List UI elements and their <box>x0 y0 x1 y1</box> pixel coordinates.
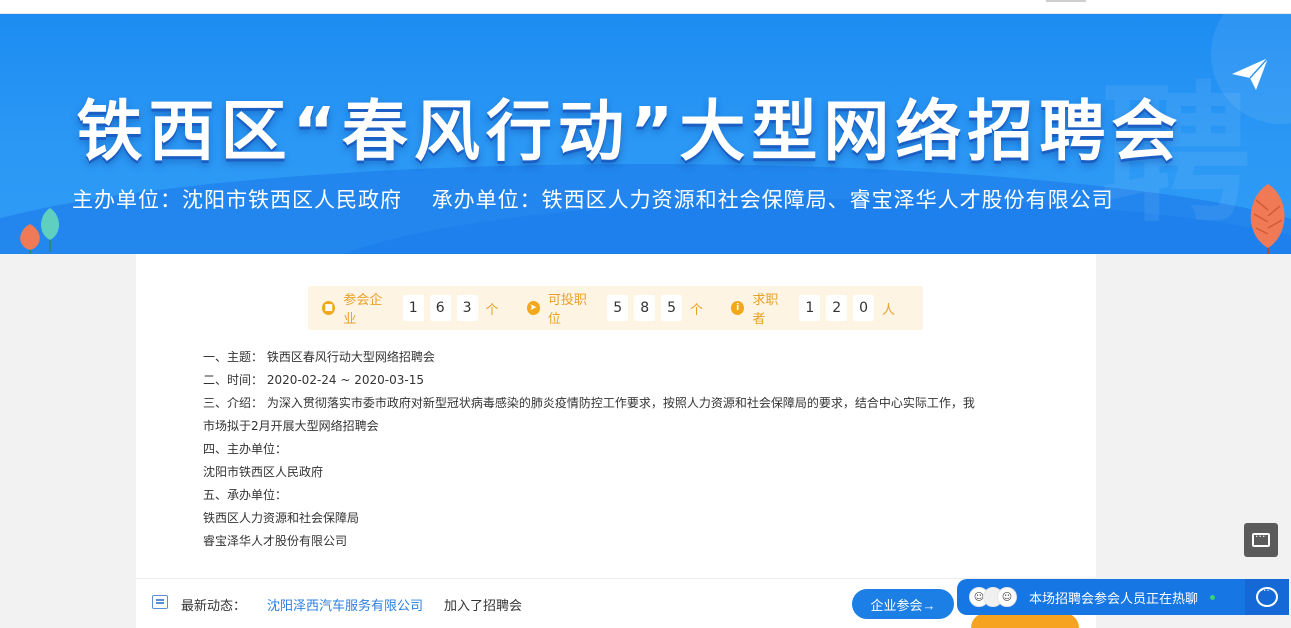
stat-digit: 6 <box>429 295 451 321</box>
stat-seekers: i 求职者 1 2 0 人 <box>731 289 895 327</box>
online-dot <box>1210 594 1216 600</box>
desc-intro-cont: 市场拟于2月开展大型网络招聘会 <box>203 419 379 433</box>
company-join-button[interactable]: 企业参会→ <box>852 589 954 619</box>
stat-companies: ■ 参会企业 1 6 3 个 <box>322 289 499 327</box>
chat-icon <box>1256 586 1278 607</box>
stat-digit: 1 <box>799 295 821 321</box>
banner-title: 铁西区“春风行动”大型网络招聘会 <box>76 93 1184 170</box>
stats-bar: ■ 参会企业 1 6 3 个 ➤ 可投职位 5 8 5 个 i 求职者 1 2 … <box>308 286 923 330</box>
stat-unit: 个 <box>690 302 704 318</box>
orange-button[interactable] <box>971 613 1079 628</box>
chat-bar[interactable]: ☺ ☺ 本场招聘会参会人员正在热聊 <box>957 579 1247 615</box>
top-strip <box>0 0 1291 14</box>
send-icon: ➤ <box>526 301 540 315</box>
organizer-label: 主办单位：沈阳市铁西区人民政府 <box>72 188 402 212</box>
stat-label: 可投职位 <box>547 293 587 327</box>
banner: 聘 铁西区“春风行动”大型网络招聘会 主办单位：沈阳市铁西区人民政府 承办单位：… <box>0 14 1291 254</box>
desc-time: 二、时间： 2020-02-24 ~ 2020-03-15 <box>203 373 424 387</box>
contractor-label: 承办单位：铁西区人力资源和社会保障局、睿宝泽华人才股份有限公司 <box>431 188 1114 212</box>
stat-digit: 1 <box>402 295 424 321</box>
stat-digit: 5 <box>661 295 683 321</box>
avatar: ☺ <box>997 587 1017 607</box>
ticker-label: 最新动态： <box>181 599 247 614</box>
ticker-company-link[interactable]: 沈阳泽西汽车服务有限公司 <box>267 595 423 614</box>
desc-organizer: 沈阳市铁西区人民政府 <box>203 465 324 479</box>
stat-digit: 0 <box>853 295 874 321</box>
leaf-decor-icon <box>20 208 59 254</box>
ticker-action: 加入了招聘会 <box>444 599 523 614</box>
desc-theme: 一、主题： 铁西区春风行动大型网络招聘会 <box>203 350 435 364</box>
building-icon: ■ <box>322 301 336 315</box>
desc-intro: 三、介绍： 为深入贯彻落实市委市政府对新型冠状病毒感染的肺炎疫情防控工作要求，按… <box>203 396 975 410</box>
banner-subtitle: 主办单位：沈阳市铁西区人民政府 承办单位：铁西区人力资源和社会保障局、睿宝泽华人… <box>72 184 1136 214</box>
stat-unit: 人 <box>881 302 895 318</box>
stat-label: 参会企业 <box>343 293 383 327</box>
stat-positions: ➤ 可投职位 5 8 5 个 <box>526 289 704 327</box>
message-icon <box>1252 530 1270 547</box>
main-content: ■ 参会企业 1 6 3 个 ➤ 可投职位 5 8 5 个 i 求职者 1 2 … <box>136 254 1096 628</box>
stat-digit: 2 <box>826 295 848 321</box>
stat-digit: 3 <box>456 295 478 321</box>
desc-contractor-2: 睿宝泽华人才股份有限公司 <box>203 534 348 548</box>
stat-label: 求职者 <box>752 293 779 327</box>
scroll-indicator <box>1046 0 1086 2</box>
side-message-button[interactable] <box>1244 523 1278 557</box>
desc-contractor-1: 铁西区人力资源和社会保障局 <box>203 511 360 525</box>
news-icon <box>152 595 168 609</box>
desc-organizer-heading: 四、主办单位： <box>203 442 288 456</box>
person-icon: i <box>731 301 745 315</box>
desc-contractor-heading: 五、承办单位： <box>203 488 288 502</box>
chat-button[interactable] <box>1245 579 1289 615</box>
leaf-decor-icon <box>1250 184 1285 254</box>
chat-bar-text: 本场招聘会参会人员正在热聊 <box>1029 591 1199 607</box>
fair-description: 一、主题： 铁西区春风行动大型网络招聘会 二、时间： 2020-02-24 ~ … <box>203 346 1043 553</box>
news-ticker: 最新动态： 沈阳泽西汽车服务有限公司 加入了招聘会 企业参会→ <box>136 578 1096 628</box>
chat-avatars: ☺ ☺ <box>969 587 1017 607</box>
stat-digit: 5 <box>607 295 629 321</box>
stat-digit: 8 <box>634 295 656 321</box>
stat-unit: 个 <box>485 302 499 318</box>
